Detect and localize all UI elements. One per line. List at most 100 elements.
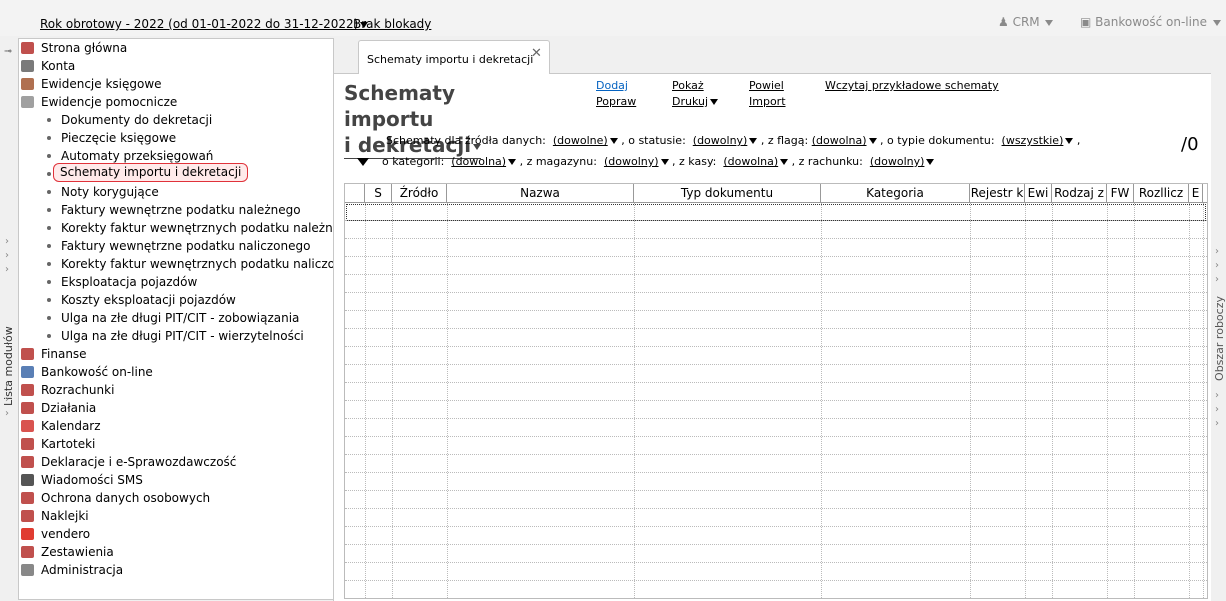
crm-button[interactable]: ♟ CRM (998, 15, 1054, 29)
pin-icon[interactable]: ➟ (4, 46, 12, 57)
chevron-right-icon: › (1215, 246, 1219, 257)
category-filter[interactable]: (dowolna) (451, 155, 506, 168)
grid-row-line (345, 382, 1207, 383)
grid-row-line (345, 328, 1207, 329)
nav-label: Noty korygujące (61, 185, 159, 199)
bullet-icon (47, 262, 51, 266)
nav-label: Naklejki (41, 509, 89, 523)
nav-label: Pieczęcie księgowe (61, 131, 177, 145)
column-header[interactable]: Rozllicz (1134, 184, 1189, 202)
reports-icon (21, 546, 34, 558)
nav-label: Eksploatacja pojazdów (61, 275, 198, 289)
fiscal-year-label: Rok obrotowy - 2022 (od 01-01-2022 do 31… (40, 17, 359, 31)
grid-row-line (345, 238, 1207, 239)
bullet-icon (47, 316, 51, 320)
column-header[interactable]: Źródło (392, 184, 447, 202)
column-header[interactable]: S (365, 184, 392, 202)
calendar-icon (21, 420, 34, 432)
chevron-down-icon (508, 159, 517, 165)
grid-row-line (345, 580, 1207, 581)
nav-label: Schematy importu i dekretacji (53, 163, 249, 182)
bullet-icon (47, 244, 51, 248)
ledger-icon (21, 78, 34, 90)
online-banking-button[interactable]: ▣ Bankowość on-line (1080, 15, 1221, 29)
lock-icon: ▣ (1080, 15, 1096, 29)
home-icon (21, 42, 34, 54)
column-header[interactable]: Rodzaj z (1052, 184, 1107, 202)
duplicate-link[interactable]: Powiel (749, 79, 784, 92)
account-filter[interactable]: (dowolny) (870, 155, 925, 168)
fiscal-year-selector[interactable]: Rok obrotowy - 2022 (od 01-01-2022 do 31… (40, 17, 369, 31)
column-header[interactable]: Rejestr k (970, 184, 1025, 202)
print-menu[interactable]: Drukuj (672, 95, 719, 108)
edit-link[interactable]: Popraw (596, 95, 636, 108)
workspace-label: Obszar roboczy (1213, 296, 1226, 381)
bullet-icon (47, 154, 51, 158)
chevron-down-icon (1045, 19, 1054, 26)
lock-status-link[interactable]: Brak blokady (353, 17, 431, 31)
nav-label: Deklaracje i e-Sprawozdawczość (41, 455, 237, 469)
grid-row-line (345, 256, 1207, 257)
show-link[interactable]: Pokaż (672, 79, 704, 92)
nav-label: Ulga na złe długi PIT/CIT - zobowiązania (61, 311, 300, 325)
column-header[interactable]: Nazwa (447, 184, 634, 202)
column-header[interactable]: Typ dokumentu (634, 184, 821, 202)
records-icon (21, 438, 34, 450)
record-count: /0 (1181, 134, 1199, 155)
warehouse-filter-label: , z magazynu: (519, 155, 597, 168)
expand-filters-icon[interactable] (357, 158, 369, 166)
crm-label: CRM (1012, 15, 1040, 29)
cashbox-filter[interactable]: (dowolna) (723, 155, 778, 168)
column-header[interactable]: Kategoria (821, 184, 970, 202)
grid-row-line (345, 454, 1207, 455)
flag-filter-label: , z flagą: (760, 134, 809, 147)
status-filter[interactable]: (dowolny) (693, 134, 748, 147)
grid-row-line (345, 436, 1207, 437)
data-protection-icon (21, 492, 34, 504)
nav-label: Zestawienia (41, 545, 114, 559)
table-row[interactable] (346, 204, 1206, 221)
nav-label: Ochrona danych osobowych (41, 491, 211, 505)
load-examples-link[interactable]: Wczytaj przykładowe schematy (825, 79, 999, 92)
nav-label: Kartoteki (41, 437, 96, 451)
schemes-table[interactable]: S Źródło Nazwa Typ dokumentu Kategoria Rejest… (344, 183, 1208, 599)
stickers-icon (21, 510, 34, 522)
nav-label: Rozrachunki (41, 383, 115, 397)
module-list-rail[interactable]: Lista modułów (0, 36, 18, 601)
nav-label: Ulga na złe długi PIT/CIT - wierzytelnoś… (61, 329, 304, 343)
chevron-down-icon (660, 159, 669, 165)
tab-import-schemes[interactable]: Schematy importu i dekretacji ✕ (358, 40, 550, 74)
nav-label: Koszty eksploatacji pojazdów (61, 293, 236, 307)
nav-label: Ewidencje pomocnicze (41, 95, 178, 109)
doctype-filter-label: , o typie dokumentu: (880, 134, 995, 147)
nav-label: Konta (41, 59, 76, 73)
page-title-line1: Schematy importu (344, 81, 455, 131)
add-link[interactable]: Dodaj (596, 79, 628, 92)
bullet-icon (47, 208, 51, 212)
doctype-filter[interactable]: (wszystkie) (1002, 134, 1064, 147)
chevron-right-icon: › (5, 394, 9, 405)
warehouse-filter[interactable]: (dowolny) (604, 155, 659, 168)
chevron-down-icon (1065, 138, 1074, 144)
column-header[interactable]: E (1189, 184, 1203, 202)
chevron-right-icon: › (5, 236, 9, 247)
filter-row-2: o kategorii: (dowolna) , z magazynu: (do… (382, 155, 935, 168)
close-icon[interactable]: ✕ (531, 46, 542, 61)
nav-label: Korekty faktur wewnętrznych podatku nale… (61, 221, 334, 235)
nav-label: Faktury wewnętrzne podatku należnego (61, 203, 301, 217)
import-link[interactable]: Import (749, 95, 786, 108)
source-filter[interactable]: (dowolne) (553, 134, 608, 147)
chevron-right-icon: › (1215, 260, 1219, 271)
chevron-right-icon: › (5, 380, 9, 391)
bullet-icon (47, 172, 51, 176)
table-header: S Źródło Nazwa Typ dokumentu Kategoria Rejest… (345, 184, 1207, 203)
flag-filter[interactable]: (dowolna) (812, 134, 867, 147)
column-header[interactable]: Ewi (1025, 184, 1052, 202)
column-header[interactable]: FW (1107, 184, 1134, 202)
bullet-icon (47, 190, 51, 194)
tab-label: Schematy importu i dekretacji (367, 53, 534, 66)
nav-label: Finanse (41, 347, 87, 361)
sms-icon (21, 474, 34, 486)
tab-strip: Schematy importu i dekretacji ✕ (334, 38, 1212, 74)
online-banking-label: Bankowość on-line (1095, 15, 1207, 29)
